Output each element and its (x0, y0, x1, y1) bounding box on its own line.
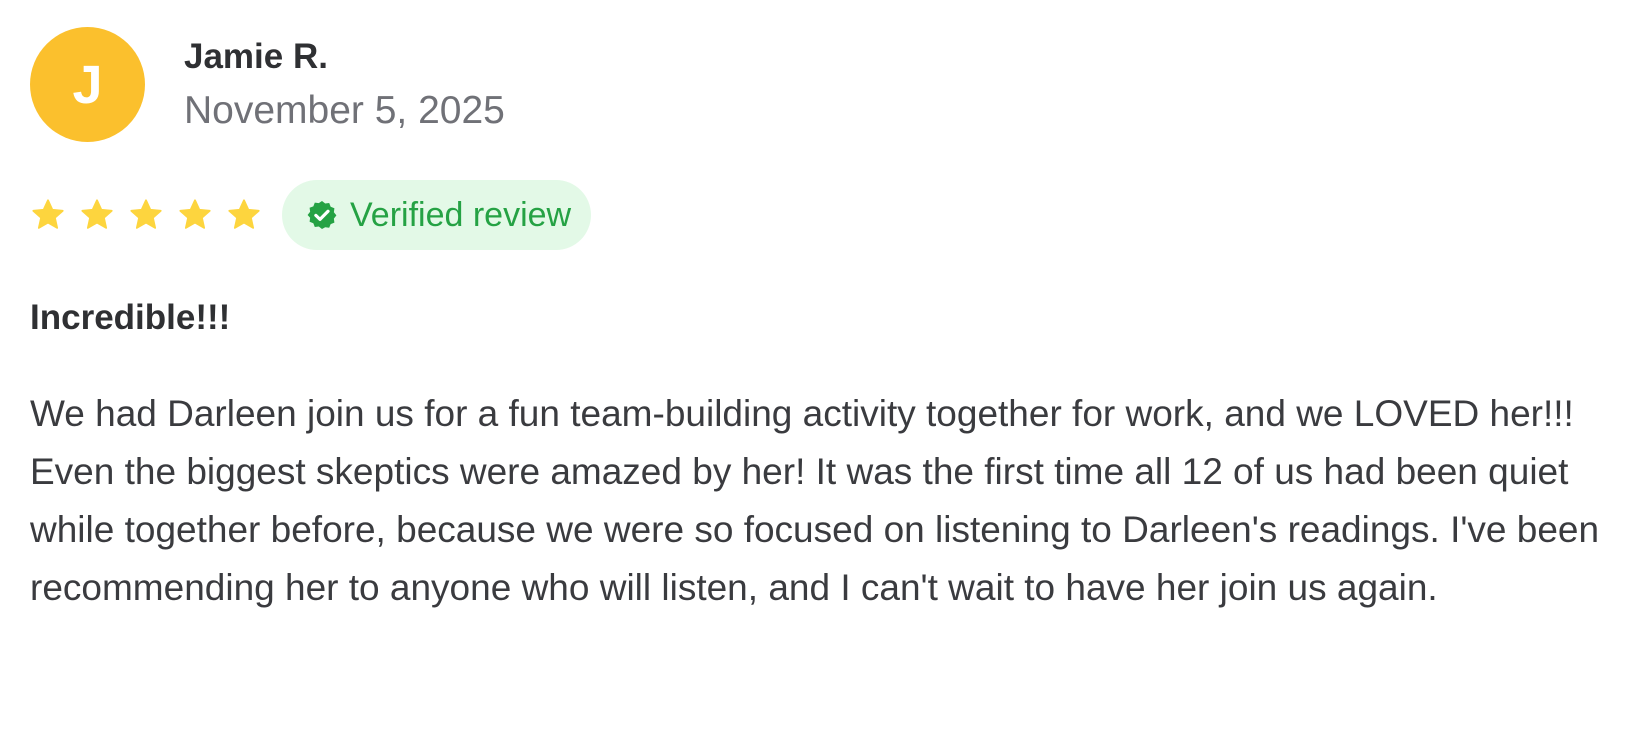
star-icon (32, 199, 64, 229)
rating-row: Verified review (30, 180, 592, 250)
review-card: J Jamie R. November 5, 2025 Verified rev… (0, 0, 1630, 735)
review-date: November 5, 2025 (184, 89, 505, 132)
review-title: Incredible!!! (30, 298, 231, 337)
verified-label: Verified review (350, 196, 572, 234)
review-body: We had Darleen join us for a fun team-bu… (30, 393, 1600, 608)
avatar: J (30, 27, 145, 142)
avatar-initial: J (72, 54, 103, 115)
review-header: J Jamie R. November 5, 2025 (30, 27, 505, 142)
author-name: Jamie R. (184, 37, 328, 76)
verified-badge: Verified review (282, 180, 592, 250)
star-icon (81, 199, 113, 229)
star-rating (30, 197, 262, 233)
star-icon (179, 199, 211, 229)
star-icon (228, 199, 260, 229)
author-block: Jamie R. November 5, 2025 (184, 37, 505, 133)
star-icon (130, 199, 162, 229)
verified-check-icon (307, 201, 337, 229)
